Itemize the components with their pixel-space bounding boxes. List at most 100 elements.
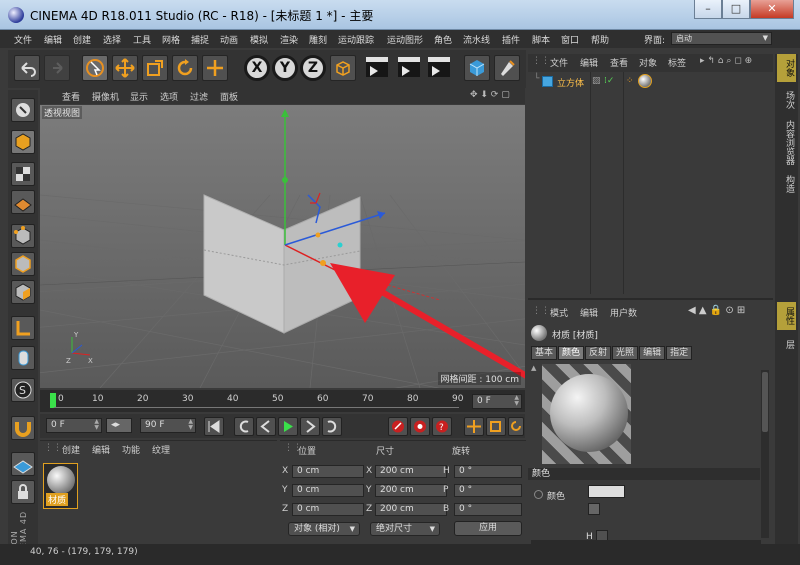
menu-mograph[interactable]: 运动图形 (387, 33, 423, 46)
apply-button[interactable]: 应用 (454, 521, 522, 536)
end-frame-field[interactable]: 90 F ▲ ▼ (140, 418, 196, 433)
prev-frame-button[interactable] (256, 417, 276, 436)
record-key-button[interactable] (388, 417, 408, 436)
minimize-button[interactable]: – (694, 0, 722, 19)
viewport-nav-icons[interactable]: ✥ ⬇ ⟳ ▢ (470, 90, 510, 100)
object-row-cube[interactable]: └ 立方体 ▨ ⁞✓ ⁘ (528, 74, 773, 90)
playhead[interactable] (50, 393, 56, 408)
attr-menu-userdata[interactable]: 用户数 (610, 306, 637, 319)
axis-mode-button[interactable] (11, 316, 35, 340)
object-menu-tags[interactable]: 标签 (668, 56, 686, 69)
rot-p-field[interactable]: 0 ° (454, 484, 522, 497)
pos-z-field[interactable]: 0 cm (292, 503, 364, 516)
viewport-menu-camera[interactable]: 摄像机 (92, 90, 119, 103)
section-header-color[interactable]: 颜色 (528, 468, 760, 480)
edges-mode-button[interactable] (11, 252, 35, 276)
material-menu-edit[interactable]: 编辑 (92, 443, 110, 456)
material-thumbnail[interactable]: 材质 (43, 463, 78, 509)
menu-mesh[interactable]: 网格 (162, 33, 180, 46)
menu-tools[interactable]: 工具 (133, 33, 151, 46)
maximize-button[interactable]: □ (722, 0, 750, 19)
tab-reflectance[interactable]: 反射 (585, 346, 612, 360)
material-menu-function[interactable]: 功能 (122, 443, 140, 456)
key-scale-button[interactable] (486, 417, 506, 436)
material-menu-create[interactable]: 创建 (62, 443, 80, 456)
polygons-mode-button[interactable] (11, 280, 35, 304)
y-axis-lock-button[interactable]: Y (272, 55, 298, 81)
viewport-menu-display[interactable]: 显示 (130, 90, 148, 103)
rot-b-field[interactable]: 0 ° (454, 503, 522, 516)
menu-file[interactable]: 文件 (14, 33, 32, 46)
texture-mode-button[interactable] (11, 162, 35, 186)
tab-color[interactable]: 颜色 (558, 346, 585, 360)
menu-sculpt[interactable]: 雕刻 (309, 33, 327, 46)
menu-plugins[interactable]: 插件 (502, 33, 520, 46)
visibility-dots-icon[interactable]: ⁞✓ (604, 76, 614, 86)
undo-button[interactable] (14, 55, 40, 81)
tab-illumination[interactable]: 光照 (612, 346, 639, 360)
tab-basic[interactable]: 基本 (531, 346, 558, 360)
object-name[interactable]: 立方体 (557, 76, 584, 89)
play-button[interactable] (278, 417, 298, 436)
size-y-field[interactable]: 200 cm (375, 484, 447, 497)
coordinate-system-button[interactable] (330, 55, 356, 81)
prev-key-button[interactable] (234, 417, 254, 436)
recent-tool-button[interactable] (202, 55, 228, 81)
next-frame-button[interactable] (300, 417, 320, 436)
side-tab-attributes[interactable]: 属性 (777, 302, 796, 330)
color-picker-icon[interactable] (588, 503, 600, 515)
pen-spline-button[interactable] (494, 55, 520, 81)
side-tab-content-browser[interactable]: 内容浏览器 (777, 118, 796, 166)
material-menu-texture[interactable]: 纹理 (152, 443, 170, 456)
attr-nav-icons[interactable]: ◀ ▲ 🔒 ⊙ ⊞ (688, 305, 745, 316)
collapse-arrow-icon[interactable]: ▲ (531, 364, 536, 372)
auto-key-button[interactable] (410, 417, 430, 436)
tweak-mode-button[interactable] (11, 346, 35, 370)
viewport-menu-filter[interactable]: 过滤 (190, 90, 208, 103)
magnet-button[interactable] (11, 416, 35, 440)
size-x-field[interactable]: 200 cm (375, 465, 447, 478)
object-menu-file[interactable]: 文件 (550, 56, 568, 69)
snap-button[interactable]: S (11, 378, 35, 402)
x-axis-lock-button[interactable]: X (244, 55, 270, 81)
menu-select[interactable]: 选择 (103, 33, 121, 46)
menu-pipeline[interactable]: 流水线 (463, 33, 490, 46)
keyframe-selection-button[interactable]: ? (432, 417, 452, 436)
coord-mode-dropdown[interactable]: 对象 (相对) ▼ (288, 522, 360, 536)
key-position-button[interactable] (464, 417, 484, 436)
live-select-button[interactable] (82, 55, 108, 81)
object-manager-nav-icons[interactable]: ▸ ↰ ⌂ ⌕ ◻ ⊕ (700, 56, 752, 66)
attr-menu-edit[interactable]: 编辑 (580, 306, 598, 319)
workplane-button[interactable] (11, 190, 35, 214)
menu-help[interactable]: 帮助 (591, 33, 609, 46)
key-rotate-button[interactable] (508, 417, 524, 436)
pos-y-field[interactable]: 0 cm (292, 484, 364, 497)
tab-assignment[interactable]: 指定 (666, 346, 693, 360)
next-key-button[interactable] (322, 417, 342, 436)
scrollbar-thumb[interactable] (762, 372, 768, 432)
tab-editor[interactable]: 编辑 (639, 346, 666, 360)
menu-script[interactable]: 脚本 (532, 33, 550, 46)
render-to-picture-viewer-icon[interactable] (398, 57, 420, 77)
size-z-field[interactable]: 200 cm (375, 503, 447, 516)
object-menu-object[interactable]: 对象 (639, 56, 657, 69)
horizontal-scrollbar[interactable] (531, 540, 761, 545)
move-tool-button[interactable] (112, 55, 138, 81)
scale-tool-button[interactable] (142, 55, 168, 81)
floor-grid-button[interactable] (11, 452, 35, 476)
menu-simulate[interactable]: 模拟 (250, 33, 268, 46)
close-button[interactable]: ✕ (750, 0, 794, 19)
side-tab-layers[interactable]: 层 (777, 334, 796, 354)
add-cube-button[interactable] (464, 55, 490, 81)
rotate-tool-button[interactable] (172, 55, 198, 81)
menu-render[interactable]: 渲染 (280, 33, 298, 46)
current-frame-field[interactable]: 0 F ▲ ▼ (472, 394, 522, 409)
points-mode-button[interactable] (11, 224, 35, 248)
color-radio[interactable] (534, 490, 543, 499)
attribute-scrollbar[interactable] (761, 370, 769, 538)
make-editable-button[interactable] (11, 98, 35, 122)
layer-toggle-icon[interactable]: ▨ (592, 76, 601, 86)
go-to-start-button[interactable] (204, 417, 224, 436)
size-mode-dropdown[interactable]: 绝对尺寸 ▼ (370, 522, 440, 536)
layout-dropdown[interactable]: 启动 ▼ (671, 32, 772, 45)
